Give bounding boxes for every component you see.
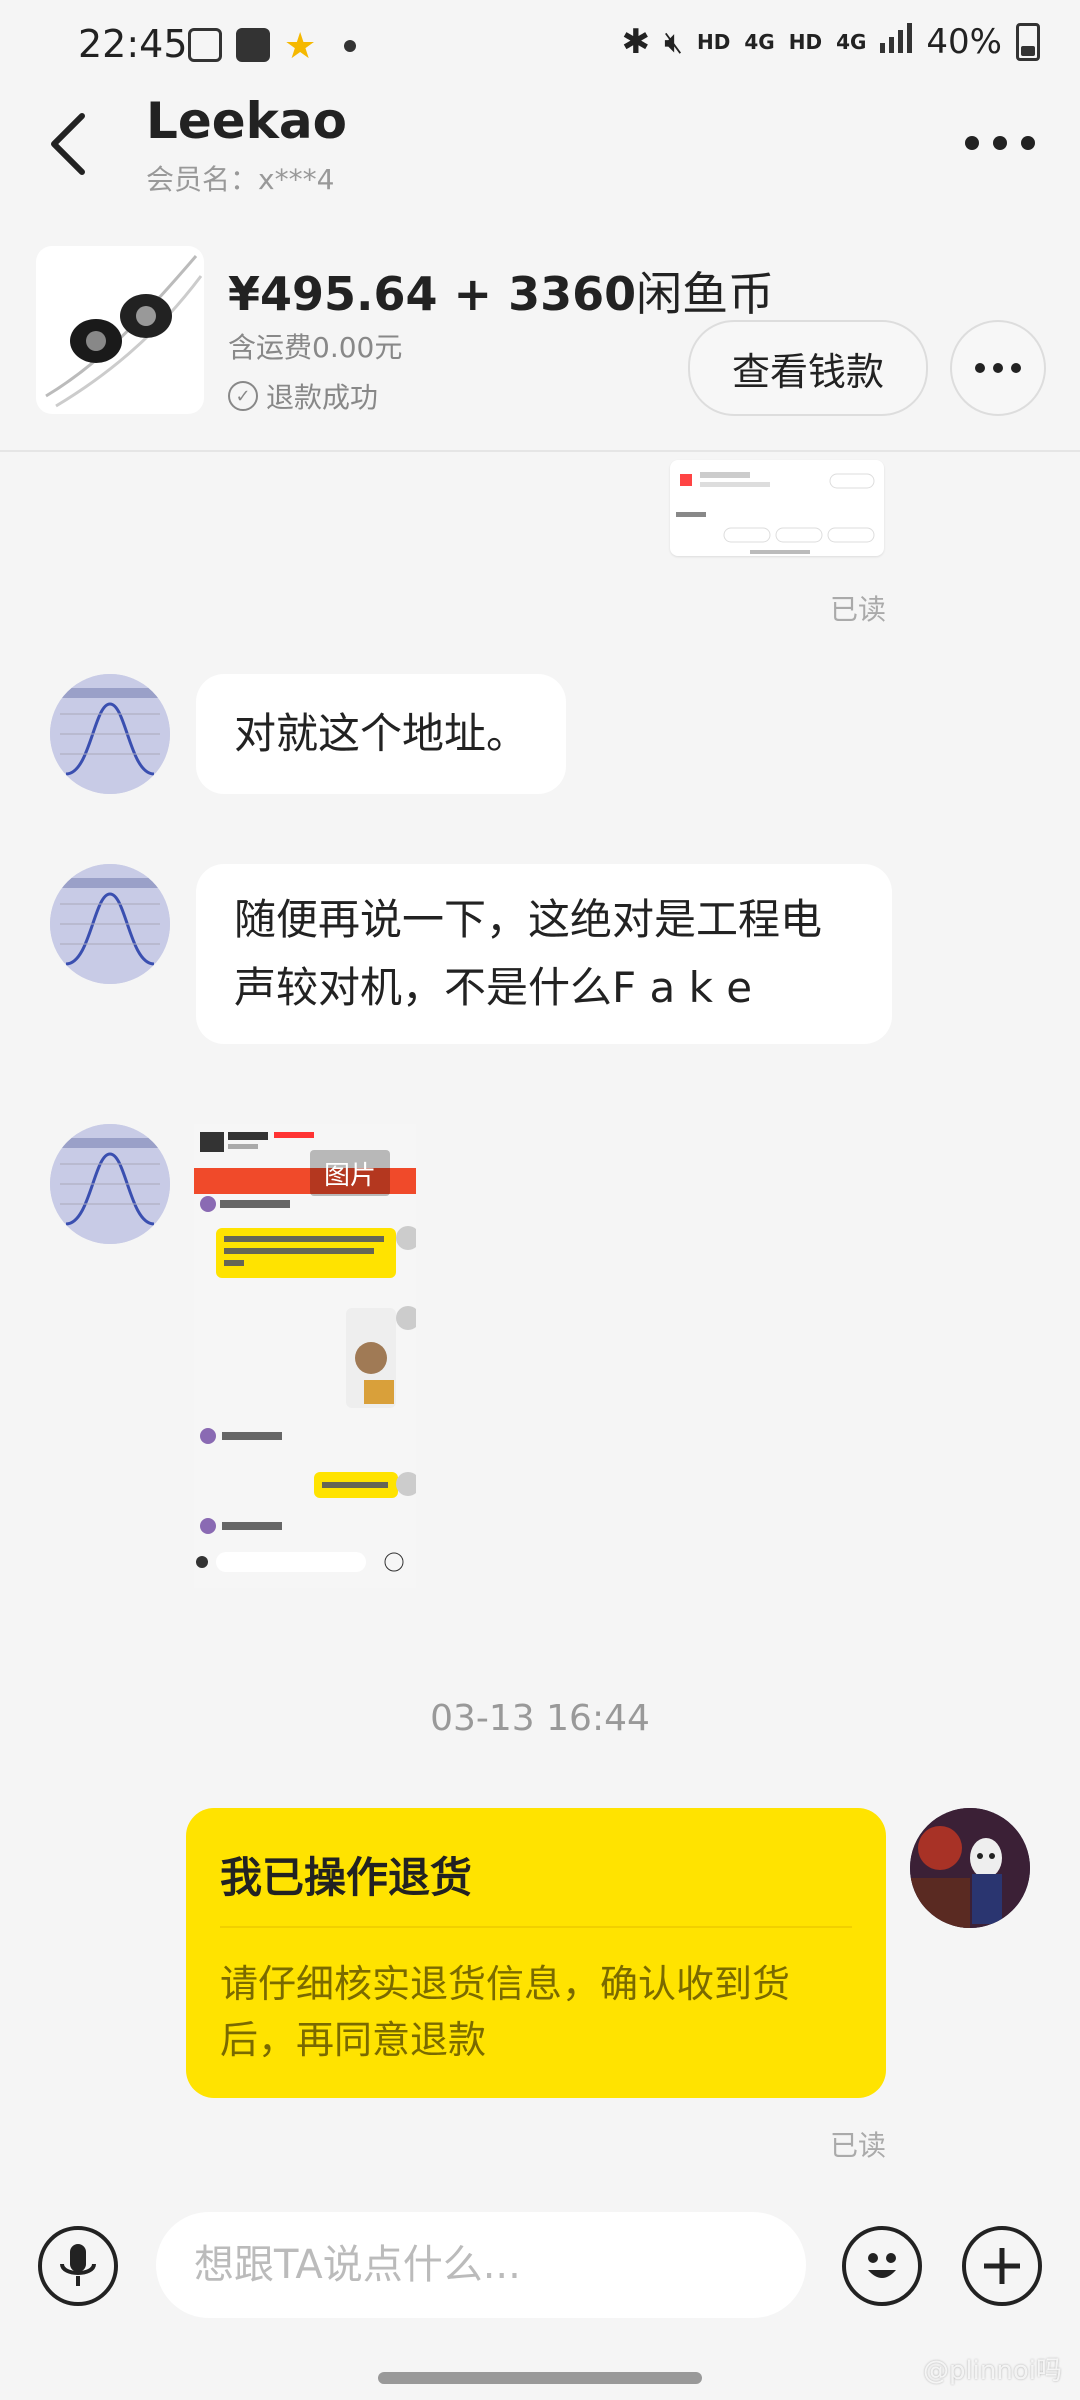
- avatar[interactable]: [50, 864, 170, 984]
- task-icon: [236, 28, 270, 62]
- my-avatar[interactable]: [910, 1808, 1030, 1928]
- more-icon: [975, 363, 1021, 373]
- message-bubble: 对就这个地址。: [196, 674, 567, 794]
- card-body: 请仔细核实退货信息，确认收到货后，再同意退款: [220, 1962, 791, 2062]
- image-badge: 图片: [310, 1150, 390, 1196]
- chat-title: Leekao: [146, 92, 348, 150]
- notification-dot-icon: [344, 40, 356, 52]
- card-divider: [220, 1926, 852, 1928]
- smiley-icon: [868, 2253, 896, 2278]
- product-more-button[interactable]: [950, 320, 1046, 416]
- shipping-fee: 含运费0.00元: [228, 331, 403, 364]
- star-icon: ★: [284, 26, 317, 67]
- message-input[interactable]: [156, 2212, 806, 2318]
- more-options-button[interactable]: [960, 130, 1040, 156]
- more-icon: [965, 136, 1035, 150]
- voice-button[interactable]: [38, 2226, 118, 2306]
- member-name: 会员名：x***4: [146, 163, 335, 196]
- chat-image-thumbnail-top[interactable]: [670, 460, 884, 556]
- mute-icon: 🔇︎: [664, 24, 684, 60]
- battery-icon: [1016, 23, 1040, 61]
- read-receipt: 已读: [830, 2129, 887, 2162]
- refund-status: ✓ 退款成功: [228, 376, 378, 416]
- message-bubble: 随便再说一下，这绝对是工程电声较对机，不是什么F a k e: [196, 864, 892, 1044]
- microphone-icon: [60, 2244, 96, 2286]
- plus-icon: [984, 2248, 1020, 2284]
- product-image[interactable]: [36, 246, 204, 414]
- home-indicator[interactable]: [378, 2372, 702, 2384]
- return-notice-card[interactable]: 我已操作退货 请仔细核实退货信息，确认收到货后，再同意退款: [186, 1808, 886, 2098]
- message-timestamp: 03-13 16:44: [430, 1698, 650, 1739]
- gallery-icon: [188, 28, 222, 62]
- network-label-1: 4G: [744, 30, 775, 54]
- network-label-2: 4G: [836, 30, 867, 54]
- header-divider: [0, 450, 1080, 452]
- status-time: 22:45: [78, 22, 188, 66]
- battery-percent: 40%: [926, 22, 1002, 62]
- watermark: @plinnoi吗: [922, 2356, 1062, 2386]
- refund-status-label: 退款成功: [266, 381, 379, 414]
- chat-image-screenshot[interactable]: 图片: [194, 1124, 416, 1588]
- back-button[interactable]: [46, 108, 94, 180]
- view-payment-button[interactable]: 查看钱款: [688, 320, 928, 416]
- price-suffix: 闲鱼币: [636, 267, 775, 321]
- status-right: ✱ 🔇︎ HD 4G HD 4G 40%: [622, 22, 1040, 62]
- hd-label-1: HD: [697, 30, 731, 54]
- check-circle-icon: ✓: [228, 381, 258, 411]
- bluetooth-icon: ✱: [621, 22, 651, 62]
- avatar[interactable]: [50, 1124, 170, 1244]
- status-bar: 22:45 ★ ✱ 🔇︎ HD 4G HD 4G 40%: [0, 0, 1080, 90]
- add-button[interactable]: [962, 2226, 1042, 2306]
- signal-icon: [880, 22, 913, 62]
- avatar[interactable]: [50, 674, 170, 794]
- chevron-left-icon: [51, 113, 85, 175]
- emoji-button[interactable]: [842, 2226, 922, 2306]
- hd-label-2: HD: [788, 30, 823, 54]
- read-receipt: 已读: [830, 593, 887, 626]
- card-title: 我已操作退货: [220, 1853, 473, 1902]
- price-amount: ¥495.64 + 3360: [228, 267, 637, 321]
- product-price: ¥495.64 + 3360闲鱼币: [228, 258, 774, 324]
